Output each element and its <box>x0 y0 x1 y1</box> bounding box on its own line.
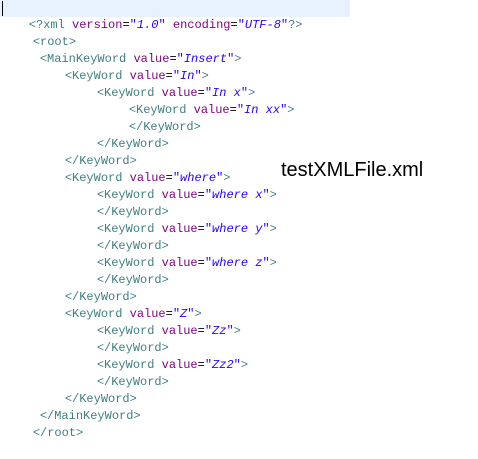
xml-declaration-close: ?> <box>288 18 303 32</box>
code-line[interactable]: </KeyWord> <box>36 272 137 304</box>
quote: " <box>129 18 137 32</box>
xml-editor[interactable]: <?xml version="1.0" encoding="UTF-8"?> <… <box>0 0 478 440</box>
xml-tag-close: > <box>240 358 249 372</box>
quote: " <box>204 222 213 236</box>
code-line[interactable]: </KeyWord> <box>36 374 137 406</box>
equals-sign: = <box>230 18 238 32</box>
quote: " <box>204 358 213 372</box>
attribute-value: In xx <box>244 103 281 117</box>
text-caret <box>2 1 3 16</box>
equals-sign: = <box>197 256 205 270</box>
quote: " <box>204 256 213 270</box>
code-line[interactable]: </KeyWord> <box>68 323 169 355</box>
attribute-value: Zz <box>212 324 227 338</box>
code-line-xml-declaration[interactable]: <?xml version="1.0" encoding="UTF-8"?> <box>0 0 350 32</box>
equals-sign: = <box>197 324 205 338</box>
attribute-value: 1.0 <box>136 18 159 32</box>
attribute-name: encoding <box>172 18 231 32</box>
code-line[interactable]: <KeyWord value="Zz"> <box>68 306 241 338</box>
quote: " <box>204 324 213 338</box>
code-line[interactable]: <KeyWord value="In x"> <box>68 68 255 100</box>
code-line[interactable]: </KeyWord> <box>68 221 169 253</box>
attribute-value: where z <box>212 256 263 270</box>
xml-tag: </root> <box>32 426 84 440</box>
code-line[interactable]: <KeyWord value="where z"> <box>68 238 277 270</box>
code-line[interactable]: <KeyWord value="Z"> <box>36 289 202 321</box>
xml-tag-close: > <box>233 324 241 338</box>
attribute-value: where x <box>212 188 263 202</box>
quote: " <box>262 256 270 270</box>
attribute-value: Zz2 <box>212 358 234 372</box>
attribute-value: UTF-8 <box>244 18 281 32</box>
code-line[interactable]: <KeyWord value="where x"> <box>68 170 277 202</box>
code-line[interactable]: </KeyWord> <box>68 187 169 219</box>
code-line[interactable]: </root> <box>4 408 83 440</box>
quote: " <box>158 18 166 32</box>
code-line[interactable]: <KeyWord value="In"> <box>36 51 209 83</box>
xml-tag-close: > <box>269 222 277 236</box>
code-line[interactable]: </KeyWord> <box>68 357 169 389</box>
code-line[interactable]: <KeyWord value="In xx"> <box>100 85 295 117</box>
quote: " <box>233 358 241 372</box>
equals-sign: = <box>229 103 237 117</box>
code-line[interactable]: </KeyWord> <box>68 119 169 151</box>
code-line[interactable]: <KeyWord value="where"> <box>36 153 231 185</box>
xml-tag-close: > <box>234 52 242 66</box>
xml-tag-close: > <box>269 256 277 270</box>
quote: " <box>226 324 234 338</box>
code-line[interactable]: </KeyWord> <box>36 136 137 168</box>
xml-tag-close: > <box>269 188 277 202</box>
code-line[interactable]: </KeyWord> <box>68 255 169 287</box>
quote: " <box>236 103 245 117</box>
code-line[interactable]: <root> <box>4 17 76 49</box>
equals-sign: = <box>122 18 130 32</box>
code-line[interactable]: <KeyWord value="Zz2"> <box>68 340 248 372</box>
quote: " <box>204 188 213 202</box>
attribute-name: version <box>72 18 123 32</box>
equals-sign: = <box>197 358 205 372</box>
xml-tag-close: > <box>287 103 295 117</box>
code-line[interactable]: <KeyWord value="where y"> <box>68 204 277 236</box>
equals-sign: = <box>197 188 205 202</box>
quote: " <box>262 188 270 202</box>
equals-sign: = <box>197 222 205 236</box>
quote: " <box>237 18 245 32</box>
quote: " <box>262 222 270 236</box>
file-name-label: testXMLFile.xml <box>281 159 424 181</box>
code-line[interactable]: </KeyWord> <box>100 102 201 134</box>
code-line[interactable]: </MainKeyWord> <box>11 391 141 423</box>
attribute-value: where y <box>212 222 263 236</box>
code-line[interactable]: <MainKeyWord value="Insert"> <box>11 34 242 66</box>
